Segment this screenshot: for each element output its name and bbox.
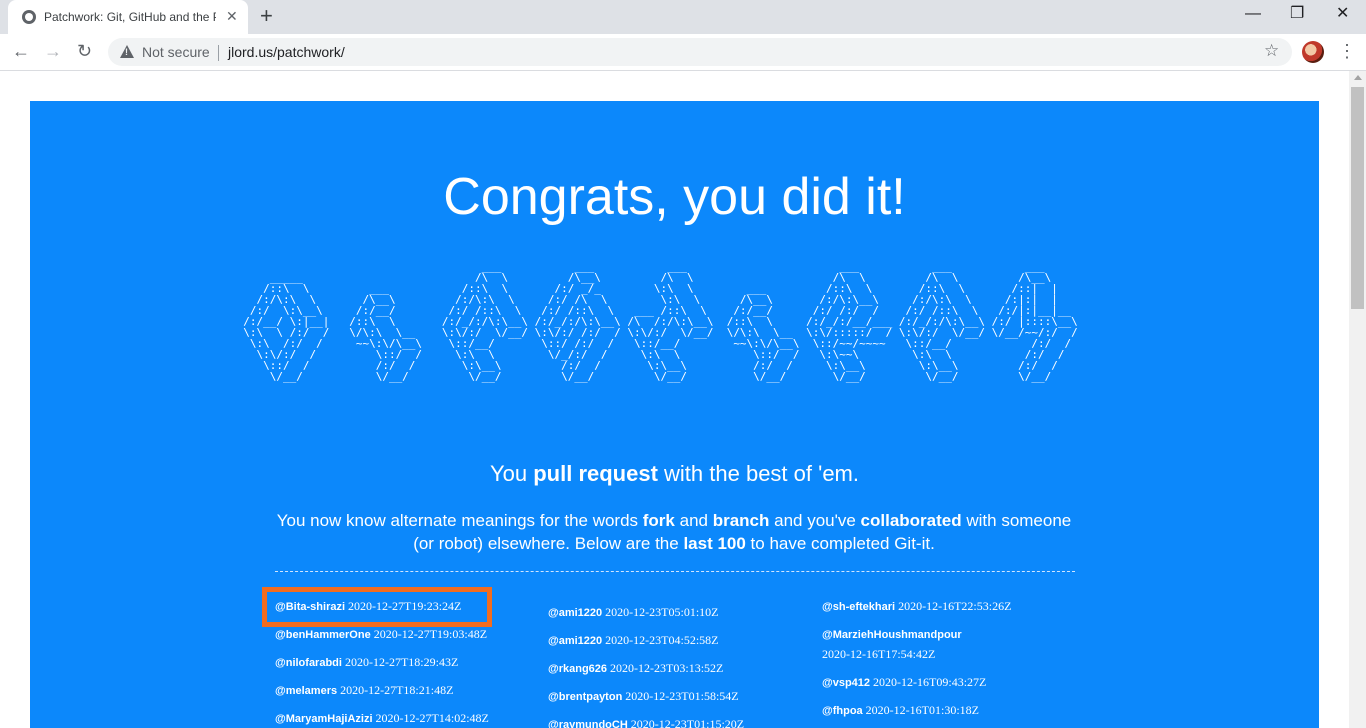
intro-paragraph: You now know alternate meanings for the …: [274, 509, 1074, 555]
star-icon[interactable]: ☆: [1264, 41, 1279, 61]
ascii-art-banner: ___ ___ ___ ___ ___ ___ _____ /\ \ /\__\…: [243, 260, 1078, 383]
user-link[interactable]: @ami1220: [548, 607, 602, 619]
list-item: @nilofarabdi 2020-12-27T18:29:43Z: [275, 654, 489, 682]
list-item: @brentpayton 2020-12-23T01:58:54Z: [548, 688, 744, 716]
timestamp: 2020-12-27T19:03:48Z: [373, 627, 488, 641]
timestamp: 2020-12-16T17:54:42Z: [822, 647, 936, 661]
user-link[interactable]: @raymundoCH: [548, 719, 628, 728]
close-window-button[interactable]: ✕: [1336, 4, 1349, 24]
list-item: @fhpoa 2020-12-16T01:30:18Z: [822, 702, 1011, 728]
list-item: @melamers 2020-12-27T18:21:48Z: [275, 682, 489, 710]
list-item: @vsp412 2020-12-16T09:43:27Z: [822, 674, 1011, 702]
blurb-text: to have completed Git-it.: [745, 534, 935, 553]
url-text[interactable]: jlord.us/patchwork/: [228, 44, 345, 60]
timestamp: 2020-12-27T14:02:48Z: [375, 711, 489, 725]
restore-button[interactable]: ❐: [1290, 4, 1304, 24]
warning-icon[interactable]: [120, 45, 134, 58]
page-scrollbar[interactable]: [1349, 71, 1366, 728]
page-title: Congrats, you did it!: [443, 168, 906, 226]
new-tab-button[interactable]: +: [260, 4, 273, 28]
timestamp: 2020-12-23T04:52:58Z: [605, 633, 719, 647]
user-link[interactable]: @vsp412: [822, 677, 870, 689]
browser-tab[interactable]: Patchwork: Git, GitHub and the P ✕: [8, 0, 248, 34]
list-item-timestamp: 2020-12-16T17:54:42Z: [822, 646, 1011, 674]
blurb-bold: branch: [712, 511, 770, 530]
blurb-text: You now know alternate meanings for the …: [276, 511, 643, 530]
timestamp: 2020-12-23T03:13:52Z: [610, 661, 724, 675]
tab-strip: Patchwork: Git, GitHub and the P ✕ + — ❐…: [0, 0, 1366, 34]
page-viewport: Congrats, you did it! ___ ___ ___ ___ __…: [0, 71, 1366, 728]
list-item: @sh-eftekhari 2020-12-16T22:53:26Z: [822, 598, 1011, 626]
subtitle-post: with the best of 'em.: [657, 461, 859, 486]
list-item: @ami1220 2020-12-23T05:01:10Z: [548, 604, 744, 632]
user-link[interactable]: @rkang626: [548, 663, 607, 675]
subtitle: You pull request with the best of 'em.: [30, 461, 1319, 487]
subtitle-pre: You: [489, 461, 534, 486]
reload-button[interactable]: ↻: [77, 40, 92, 62]
timestamp: 2020-12-23T05:01:10Z: [605, 605, 719, 619]
tab-close-icon[interactable]: ✕: [226, 8, 238, 24]
list-item: @benHammerOne 2020-12-27T19:03:48Z: [275, 626, 489, 654]
user-link[interactable]: @fhpoa: [822, 705, 863, 717]
subtitle-bold: pull request: [533, 461, 658, 486]
user-link[interactable]: @ami1220: [548, 635, 602, 647]
congrats-panel: Congrats, you did it! ___ ___ ___ ___ __…: [30, 101, 1319, 728]
timestamp: 2020-12-27T18:29:43Z: [344, 655, 459, 669]
user-link[interactable]: @brentpayton: [548, 691, 622, 703]
timestamp: 2020-12-27T18:21:48Z: [340, 683, 454, 697]
user-link[interactable]: @MaryamHajiAzizi: [275, 713, 373, 725]
globe-icon: [22, 10, 36, 24]
user-link[interactable]: @benHammerOne: [275, 629, 371, 641]
forward-button[interactable]: →: [44, 40, 62, 62]
blurb-text: and: [674, 511, 713, 530]
profile-avatar[interactable]: [1302, 41, 1324, 63]
security-label[interactable]: Not secure: [142, 44, 210, 60]
minimize-button[interactable]: —: [1245, 4, 1261, 24]
omnibox-divider: [218, 45, 219, 61]
browser-toolbar: ← → ↻ Not secure jlord.us/patchwork/ ☆: [0, 34, 1366, 71]
blurb-bold: fork: [642, 511, 675, 530]
list-item: @MaryamHajiAzizi 2020-12-27T14:02:48Z: [275, 710, 489, 728]
completions-column-2: @ami1220 2020-12-23T05:01:10Z @ami1220 2…: [548, 604, 744, 728]
timestamp: 2020-12-23T01:58:54Z: [625, 689, 739, 703]
timestamp: 2020-12-16T09:43:27Z: [873, 675, 987, 689]
highlight-box: [262, 587, 492, 627]
divider: [275, 571, 1075, 572]
user-link[interactable]: @MarziehHoushmandpour: [822, 629, 962, 641]
address-bar[interactable]: Not secure jlord.us/patchwork/ ☆: [108, 38, 1292, 66]
list-item: @ami1220 2020-12-23T04:52:58Z: [548, 632, 744, 660]
scrollbar-thumb[interactable]: [1351, 87, 1364, 309]
completions-column-3: @sh-eftekhari 2020-12-16T22:53:26Z @Marz…: [822, 598, 1011, 728]
scroll-up-arrow-icon[interactable]: [1354, 75, 1362, 80]
kebab-menu-icon[interactable]: ⋮: [1338, 41, 1356, 61]
timestamp: 2020-12-23T01:15:20Z: [630, 717, 745, 728]
timestamp: 2020-12-16T01:30:18Z: [865, 703, 979, 717]
blurb-bold: collaborated: [860, 511, 962, 530]
user-link[interactable]: @nilofarabdi: [275, 657, 342, 669]
blurb-text: and you've: [769, 511, 861, 530]
user-link[interactable]: @melamers: [275, 685, 337, 697]
timestamp: 2020-12-16T22:53:26Z: [898, 599, 1012, 613]
blurb-bold: last 100: [683, 534, 746, 553]
back-button[interactable]: ←: [12, 40, 30, 62]
list-item: @raymundoCH 2020-12-23T01:15:20Z: [548, 716, 744, 728]
tab-title: Patchwork: Git, GitHub and the P: [44, 10, 216, 24]
user-link[interactable]: @sh-eftekhari: [822, 601, 895, 613]
list-item: @rkang626 2020-12-23T03:13:52Z: [548, 660, 744, 688]
